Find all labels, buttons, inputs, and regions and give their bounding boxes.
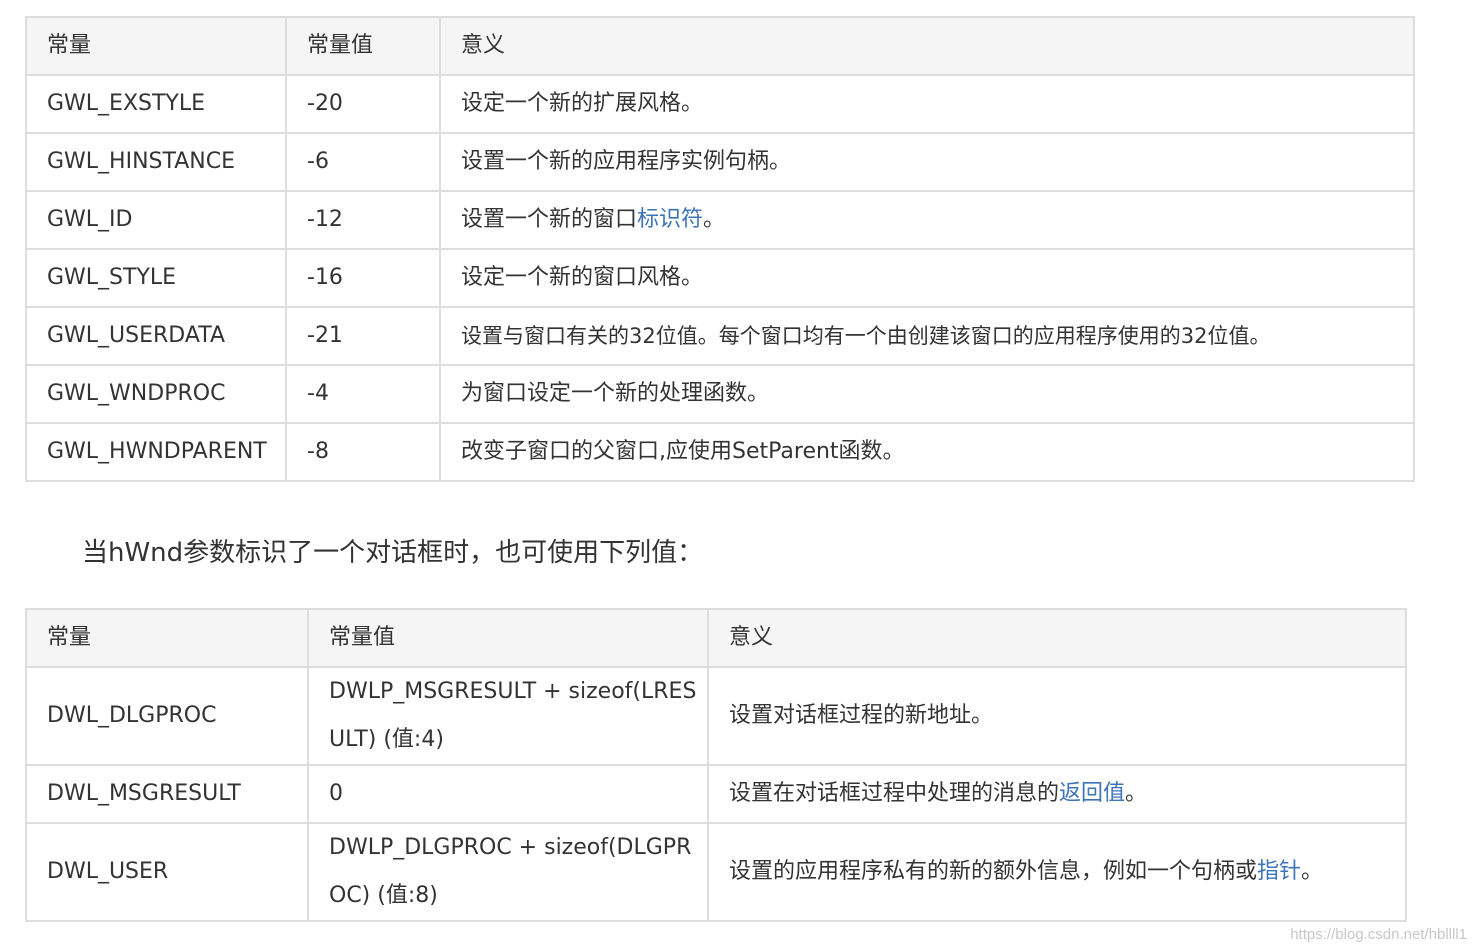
constant-meaning: 设置对话框过程的新地址。 — [707, 666, 1407, 766]
constant-name: GWL_ID — [25, 190, 287, 250]
constant-value: -6 — [285, 132, 441, 192]
constant-meaning: 设置与窗口有关的32位值。每个窗口均有一个由创建该窗口的应用程序使用的32位值。 — [439, 306, 1415, 366]
meaning-text: 设置在对话框过程中处理的消息的 — [729, 781, 1060, 806]
table-header-row: 常量 常量值 意义 — [25, 16, 1415, 76]
table-row: GWL_USERDATA -21 设置与窗口有关的32位值。每个窗口均有一个由创… — [25, 306, 1415, 366]
constant-name: DWL_USER — [25, 822, 309, 922]
constant-value: -20 — [285, 74, 441, 134]
dialog-constants-table: 常量 常量值 意义 DWL_DLGPROC DWLP_MSGRESULT + s… — [25, 608, 1407, 922]
header-value: 常量值 — [307, 608, 709, 668]
table-row: GWL_EXSTYLE -20 设定一个新的扩展风格。 — [25, 74, 1415, 134]
constant-meaning: 设定一个新的窗口风格。 — [439, 248, 1415, 308]
constant-value: DWLP_DLGPROC + sizeof(DLGPROC) (值:8) — [307, 822, 709, 922]
meaning-text: 设置的应用程序私有的新的额外信息，例如一个句柄或 — [729, 859, 1258, 884]
table-row: GWL_HWNDPARENT -8 改变子窗口的父窗口,应使用SetParent… — [25, 422, 1415, 482]
constant-name: GWL_STYLE — [25, 248, 287, 308]
constant-value: -4 — [285, 364, 441, 424]
constant-name: GWL_EXSTYLE — [25, 74, 287, 134]
constant-meaning: 设置一个新的应用程序实例句柄。 — [439, 132, 1415, 192]
constant-name: GWL_USERDATA — [25, 306, 287, 366]
table-row: DWL_MSGRESULT 0 设置在对话框过程中处理的消息的返回值。 — [25, 764, 1407, 824]
return-value-link[interactable]: 返回值 — [1059, 781, 1125, 806]
constant-meaning: 设定一个新的扩展风格。 — [439, 74, 1415, 134]
meaning-text: 设置一个新的窗口 — [461, 207, 638, 232]
constant-value: -12 — [285, 190, 441, 250]
constant-name: DWL_DLGPROC — [25, 666, 309, 766]
constant-value: -16 — [285, 248, 441, 308]
constant-value: -21 — [285, 306, 441, 366]
constant-meaning: 设置一个新的窗口标识符。 — [439, 190, 1415, 250]
constant-meaning: 改变子窗口的父窗口,应使用SetParent函数。 — [439, 422, 1415, 482]
header-constant: 常量 — [25, 16, 287, 76]
constant-value: DWLP_MSGRESULT + sizeof(LRESULT) (值:4) — [307, 666, 709, 766]
table-row: DWL_DLGPROC DWLP_MSGRESULT + sizeof(LRES… — [25, 666, 1407, 766]
constant-name: GWL_HWNDPARENT — [25, 422, 287, 482]
table-row: GWL_HINSTANCE -6 设置一个新的应用程序实例句柄。 — [25, 132, 1415, 192]
table-row: GWL_ID -12 设置一个新的窗口标识符。 — [25, 190, 1415, 250]
constant-name: DWL_MSGRESULT — [25, 764, 309, 824]
constants-table: 常量 常量值 意义 GWL_EXSTYLE -20 设定一个新的扩展风格。 GW… — [25, 16, 1415, 482]
constant-name: GWL_HINSTANCE — [25, 132, 287, 192]
meaning-text: 。 — [703, 207, 726, 232]
table-row: GWL_WNDPROC -4 为窗口设定一个新的处理函数。 — [25, 364, 1415, 424]
constant-value: 0 — [307, 764, 709, 824]
header-meaning: 意义 — [707, 608, 1407, 668]
constant-name: GWL_WNDPROC — [25, 364, 287, 424]
header-meaning: 意义 — [439, 16, 1415, 76]
constant-meaning: 为窗口设定一个新的处理函数。 — [439, 364, 1415, 424]
dialog-note: 当hWnd参数标识了一个对话框时，也可使用下列值： — [82, 538, 704, 568]
pointer-link[interactable]: 指针 — [1257, 859, 1301, 884]
meaning-text: 。 — [1125, 781, 1148, 806]
header-constant: 常量 — [25, 608, 309, 668]
watermark: https://blog.csdn.net/hbllll1 — [1290, 926, 1467, 943]
meaning-text: 。 — [1301, 859, 1324, 884]
table-row: DWL_USER DWLP_DLGPROC + sizeof(DLGPROC) … — [25, 822, 1407, 922]
constant-value: -8 — [285, 422, 441, 482]
table-row: GWL_STYLE -16 设定一个新的窗口风格。 — [25, 248, 1415, 308]
table-header-row: 常量 常量值 意义 — [25, 608, 1407, 668]
header-value: 常量值 — [285, 16, 441, 76]
constant-meaning: 设置的应用程序私有的新的额外信息，例如一个句柄或指针。 — [707, 822, 1407, 922]
identifier-link[interactable]: 标识符 — [637, 207, 703, 232]
constant-meaning: 设置在对话框过程中处理的消息的返回值。 — [707, 764, 1407, 824]
